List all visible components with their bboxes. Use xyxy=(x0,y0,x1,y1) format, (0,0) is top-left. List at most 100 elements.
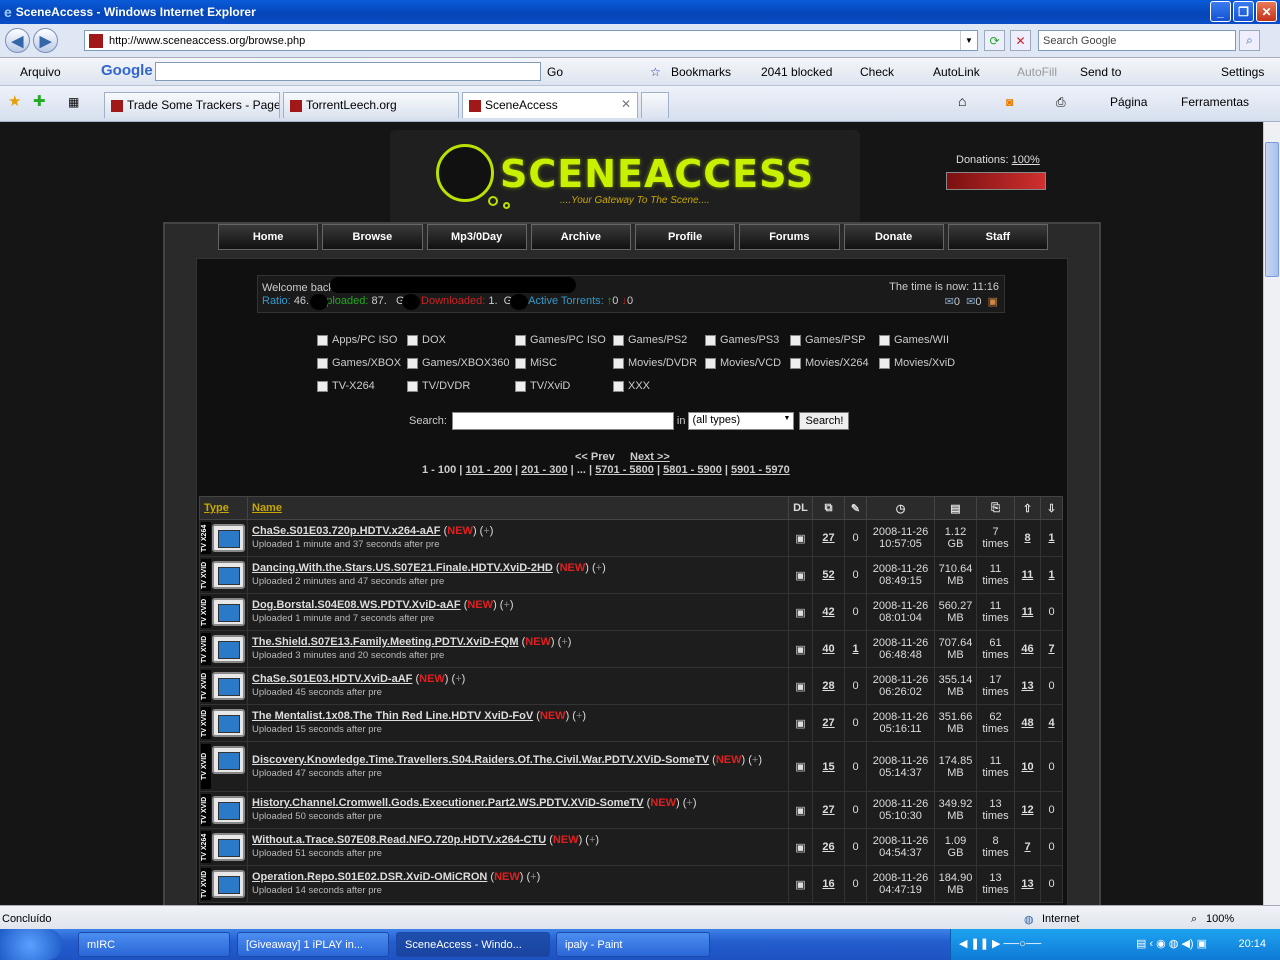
seeders[interactable]: 11 xyxy=(1014,593,1041,631)
download-icon[interactable]: ▣ xyxy=(788,865,813,903)
bookmark-plus-icon[interactable]: + xyxy=(686,797,692,809)
torrent-name-link[interactable]: Operation.Repo.S01E02.DSR.XviD-OMiCRON xyxy=(252,871,487,883)
task-sceneaccess[interactable]: SceneAccess - Windo... xyxy=(396,932,550,957)
download-icon[interactable]: ▣ xyxy=(788,704,813,742)
search-google-input[interactable]: Search Google xyxy=(1038,30,1236,51)
seeders[interactable]: 7 xyxy=(1014,828,1041,866)
bookmark-plus-icon[interactable]: + xyxy=(752,754,758,766)
menu-arquivo[interactable]: Arquivo xyxy=(20,65,61,79)
tv-icon[interactable] xyxy=(212,672,245,700)
google-toolbar-search[interactable] xyxy=(155,62,541,81)
page-menu[interactable]: Página xyxy=(1110,95,1147,109)
torrent-name-link[interactable]: The Mentalist.1x08.The Thin Red Line.HDT… xyxy=(252,710,533,722)
task-mirc[interactable]: mIRC xyxy=(78,932,230,957)
files-count[interactable]: 26 xyxy=(812,828,845,866)
nav-mp3-0day[interactable]: Mp3/0Day xyxy=(426,224,527,250)
files-count[interactable]: 40 xyxy=(812,630,845,668)
leechers[interactable]: 0 xyxy=(1040,593,1063,631)
url-dropdown-icon[interactable]: ▼ xyxy=(960,31,977,50)
col-files-icon[interactable]: ⧉ xyxy=(812,496,845,520)
new-tab-button[interactable] xyxy=(641,92,669,118)
files-count[interactable]: 28 xyxy=(812,667,845,705)
category-cell[interactable]: TV XVID xyxy=(199,556,248,594)
maximize-button[interactable]: ❐ xyxy=(1233,1,1254,22)
files-count[interactable]: 27 xyxy=(812,704,845,742)
sendto-button[interactable]: Send to xyxy=(1080,65,1121,79)
zoom-level[interactable]: 100% xyxy=(1206,913,1234,925)
site-logo[interactable]: SCENEACCESS xyxy=(500,152,814,196)
bookmark-plus-icon[interactable]: + xyxy=(576,710,582,722)
comments-count[interactable]: 0 xyxy=(844,828,867,866)
check-button[interactable]: Check xyxy=(860,65,894,79)
category-movies-x264[interactable]: Movies/X264 xyxy=(790,357,869,369)
url-field[interactable]: http://www.sceneaccess.org/browse.php ▼ xyxy=(84,30,978,51)
search-button[interactable]: Search! xyxy=(799,412,850,430)
media-controls-icon[interactable]: ◀ ❚❚ ▶ ──○── xyxy=(959,937,1041,950)
bookmark-plus-icon[interactable]: + xyxy=(596,562,602,574)
task-giveaway[interactable]: [Giveaway] 1 iPLAY in... xyxy=(237,932,389,957)
settings-button[interactable]: Settings xyxy=(1221,65,1264,79)
leechers[interactable]: 0 xyxy=(1040,865,1063,903)
download-icon[interactable]: ▣ xyxy=(788,593,813,631)
prev-link[interactable]: << Prev xyxy=(575,451,615,463)
category-cell[interactable]: TV X264 xyxy=(199,519,248,557)
quick-tabs-icon[interactable]: ▦ xyxy=(68,95,79,109)
files-count[interactable]: 52 xyxy=(812,556,845,594)
page-link[interactable]: 5801 - 5900 xyxy=(663,464,722,476)
category-tv-xvid[interactable]: TV/XviD xyxy=(515,380,570,392)
minimize-button[interactable]: _ xyxy=(1210,1,1231,22)
next-link[interactable]: Next >> xyxy=(630,451,670,463)
bookmark-plus-icon[interactable]: + xyxy=(589,834,595,846)
category-movies-xvid[interactable]: Movies/XviD xyxy=(879,357,955,369)
tv-icon[interactable] xyxy=(212,796,245,824)
torrent-name-link[interactable]: The.Shield.S07E13.Family.Meeting.PDTV.Xv… xyxy=(252,636,519,648)
zoom-icon[interactable]: ⌕ xyxy=(1191,913,1197,926)
files-count[interactable]: 27 xyxy=(812,791,845,829)
torrent-name-link[interactable]: ChaSe.S01E03.HDTV.XviD-aAF xyxy=(252,673,412,685)
torrent-name-link[interactable]: Without.a.Trace.S07E08.Read.NFO.720p.HDT… xyxy=(252,834,546,846)
nav-archive[interactable]: Archive xyxy=(530,224,631,250)
search-type-select[interactable]: (all types) xyxy=(688,412,795,430)
category-cell[interactable]: TV X264 xyxy=(199,828,248,866)
tv-icon[interactable] xyxy=(212,524,245,552)
category-games-psp[interactable]: Games/PSP xyxy=(790,334,866,346)
col-added-icon[interactable]: ◷ xyxy=(866,496,935,520)
nav-profile[interactable]: Profile xyxy=(635,224,736,250)
seeders[interactable]: 11 xyxy=(1014,556,1041,594)
col-leechers-icon[interactable]: ⇩ xyxy=(1040,496,1063,520)
download-icon[interactable]: ▣ xyxy=(788,630,813,668)
page-link[interactable]: 201 - 300 xyxy=(521,464,567,476)
leechers[interactable]: 7 xyxy=(1040,630,1063,668)
bookmark-plus-icon[interactable]: + xyxy=(530,871,536,883)
seeders[interactable]: 46 xyxy=(1014,630,1041,668)
category-cell[interactable]: TV XVID xyxy=(199,630,248,668)
comments-count[interactable]: 0 xyxy=(844,704,867,742)
category-cell[interactable]: TV XVID xyxy=(199,741,248,792)
autolink-button[interactable]: AutoLink xyxy=(933,65,980,79)
category-tv-dvdr[interactable]: TV/DVDR xyxy=(407,380,470,392)
comments-count[interactable]: 0 xyxy=(844,667,867,705)
close-tab-icon[interactable]: ✕ xyxy=(621,97,631,111)
col-type[interactable]: Type xyxy=(199,496,248,520)
forward-button[interactable]: ▶ xyxy=(33,28,58,53)
category-cell[interactable]: TV XVID xyxy=(199,865,248,903)
nav-donate[interactable]: Donate xyxy=(843,224,944,250)
category-cell[interactable]: TV XVID xyxy=(199,667,248,705)
tools-menu[interactable]: Ferramentas xyxy=(1181,95,1249,109)
autofill-button[interactable]: AutoFill xyxy=(1017,65,1057,79)
nav-forums[interactable]: Forums xyxy=(739,224,840,250)
download-icon[interactable]: ▣ xyxy=(788,741,813,792)
tv-icon[interactable] xyxy=(212,746,245,774)
leechers[interactable]: 4 xyxy=(1040,704,1063,742)
files-count[interactable]: 27 xyxy=(812,519,845,557)
start-button[interactable] xyxy=(0,929,62,960)
bookmark-plus-icon[interactable]: + xyxy=(455,673,461,685)
torrent-name-link[interactable]: Dog.Borstal.S04E08.WS.PDTV.XviD-aAF xyxy=(252,599,461,611)
nav-home[interactable]: Home xyxy=(218,224,319,250)
category-cell[interactable]: TV XVID xyxy=(199,791,248,829)
comments-count[interactable]: 1 xyxy=(844,630,867,668)
donations-link[interactable]: 100% xyxy=(1012,154,1040,166)
page-link[interactable]: 101 - 200 xyxy=(465,464,511,476)
category-xxx[interactable]: XXX xyxy=(613,380,650,392)
category-games-xbox[interactable]: Games/XBOX xyxy=(317,357,401,369)
